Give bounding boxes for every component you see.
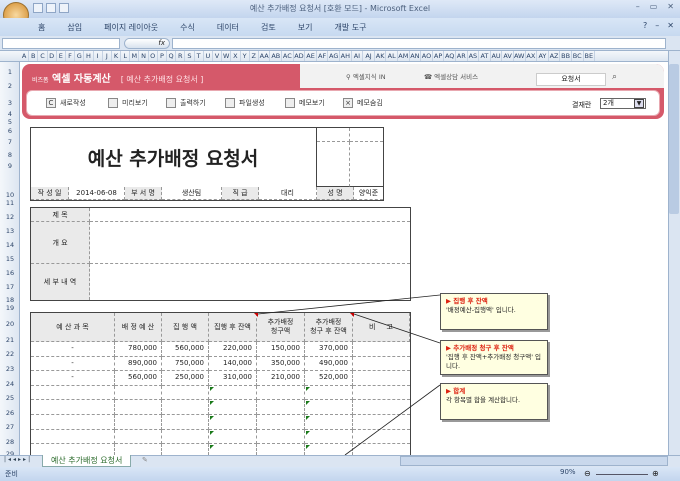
sheet-tab-active[interactable]: 예산 추가배정 요청서 <box>42 455 132 467</box>
comment-total[interactable]: ▶ 합계 각 항목별 합을 계산합니다. <box>440 383 548 420</box>
horizontal-scrollbar[interactable] <box>400 456 668 466</box>
new-sheet-icon[interactable]: ✎ <box>142 456 158 466</box>
comment-after-request[interactable]: ▶ 추가배정 청구 후 잔액 '집행 후 잔액+추가배정 청구액' 입니다. <box>440 340 548 375</box>
zoom-out-icon[interactable]: ⊖ <box>584 469 591 478</box>
comment-connectors <box>257 294 441 456</box>
comment-title: ▶ 추가배정 청구 후 잔액 <box>446 344 514 352</box>
zoom-in-icon[interactable]: ⊕ <box>652 469 659 478</box>
comment-title: ▶ 합계 <box>446 387 466 395</box>
comment-body: '배정예산-집행액' 입니다. <box>446 306 516 314</box>
status-bar: 준비 <box>0 467 680 481</box>
sheet-nav-arrows[interactable]: |◂◂▸▸| <box>4 456 32 463</box>
status-ready: 준비 <box>5 470 18 478</box>
comment-body: 각 항목별 합을 계산합니다. <box>446 396 521 404</box>
zoom-slider[interactable] <box>596 474 648 475</box>
zoom-level: 90% <box>560 468 576 476</box>
comment-remaining[interactable]: ▶ 집행 후 잔액 '배정예산-집행액' 입니다. <box>440 293 548 330</box>
comment-title: ▶ 집행 후 잔액 <box>446 297 488 305</box>
comment-body: '집행 후 잔액+추가배정 청구액' 입니다. <box>446 353 542 370</box>
